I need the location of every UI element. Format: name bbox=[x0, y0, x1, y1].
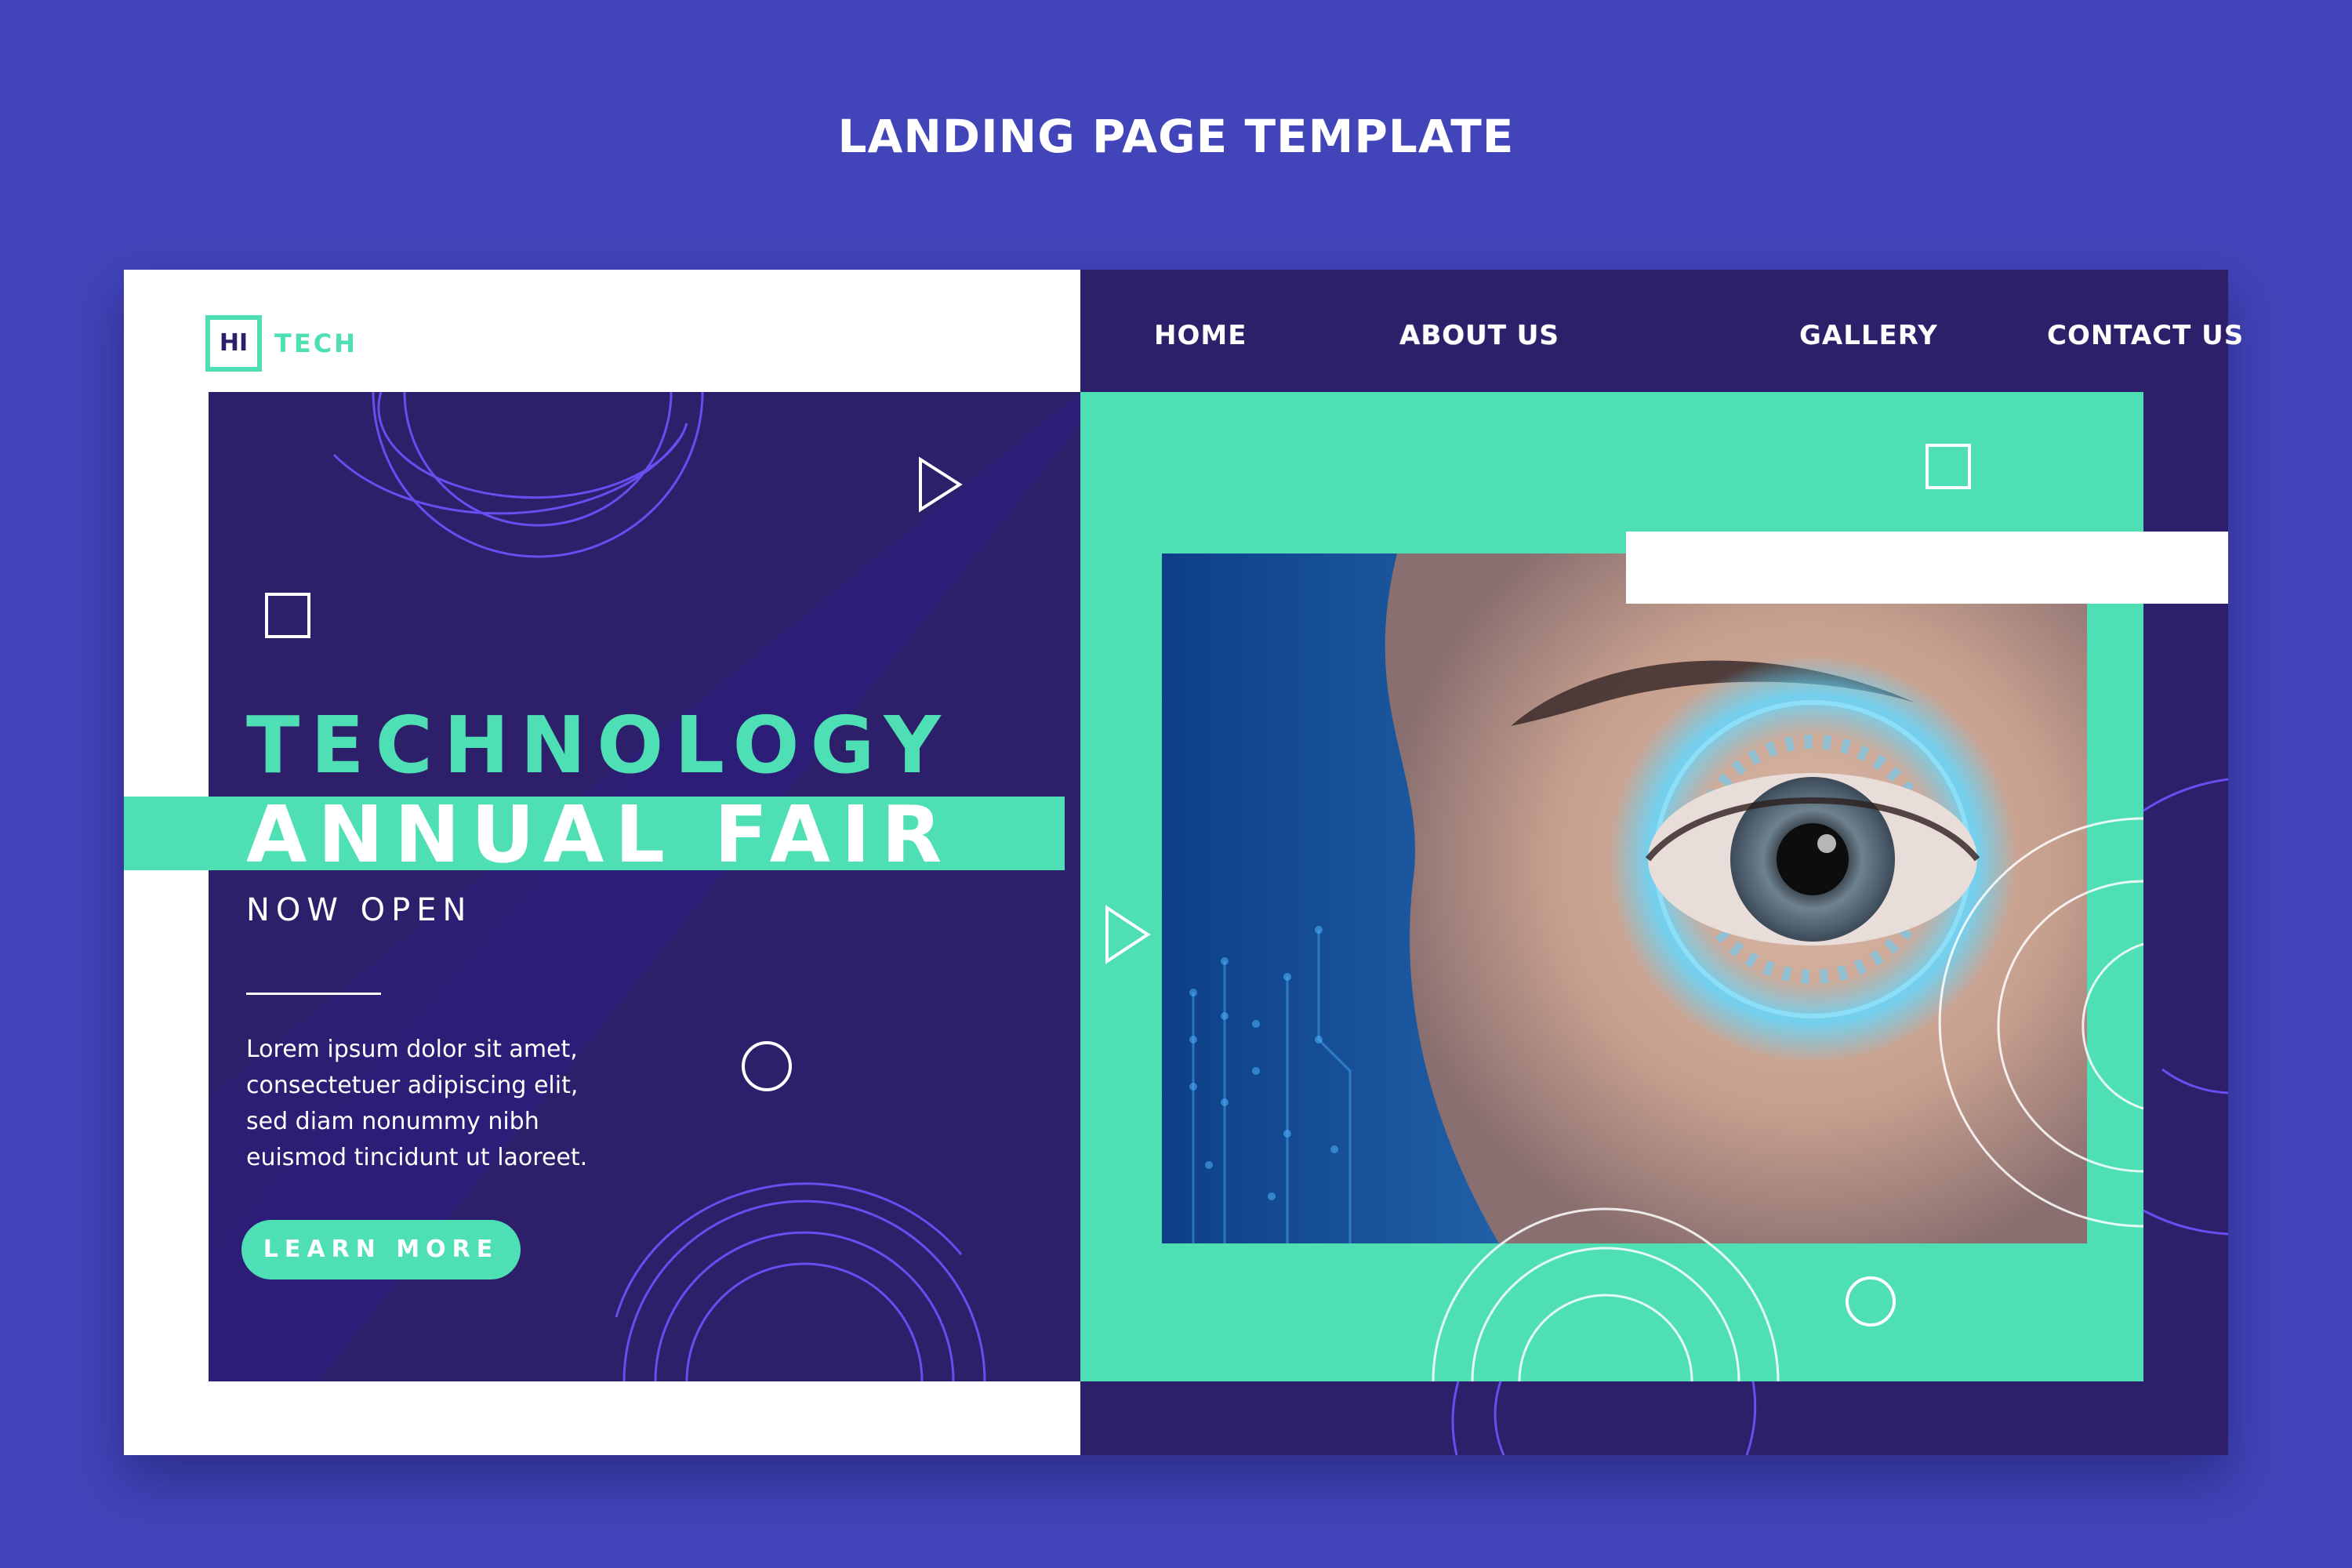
body-text: Lorem ipsum dolor sit amet, consectetuer… bbox=[246, 1032, 622, 1176]
white-accent-bar bbox=[1626, 532, 2228, 604]
subheadline: NOW OPEN bbox=[246, 892, 473, 928]
nav-item-contact-us[interactable]: CONTACT US bbox=[2047, 320, 2244, 351]
pupil bbox=[1777, 823, 1849, 895]
body-line: euismod tincidunt ut laoreet. bbox=[246, 1144, 588, 1171]
nav-item-gallery[interactable]: GALLERY bbox=[1799, 320, 1938, 351]
body-line: sed diam nonummy nibh bbox=[246, 1108, 539, 1135]
body-line: consectetuer adipiscing elit, bbox=[246, 1072, 579, 1099]
nav-item-about-us[interactable]: ABOUT US bbox=[1399, 320, 1559, 351]
learn-more-button[interactable]: LEARN MORE bbox=[241, 1220, 521, 1279]
headline-technology: TECHNOLOGY bbox=[246, 699, 952, 791]
nav-item-home[interactable]: HOME bbox=[1154, 320, 1247, 351]
logo-box: HI bbox=[205, 315, 262, 372]
page-title: LANDING PAGE TEMPLATE bbox=[837, 110, 1515, 163]
concentric-arcs-icon bbox=[332, 392, 704, 558]
divider bbox=[246, 993, 381, 995]
body-line: Lorem ipsum dolor sit amet, bbox=[246, 1036, 578, 1063]
headline-annual-fair: ANNUAL FAIR bbox=[246, 789, 953, 880]
hero-photo bbox=[1162, 554, 2087, 1243]
landing-page-card: HI TECH HOME ABOUT US GALLERY CONTACT US bbox=[124, 270, 2243, 1455]
concentric-arcs-bottom-icon bbox=[615, 1182, 986, 1381]
logo-text: TECH bbox=[274, 328, 358, 358]
top-nav: HOME ABOUT US GALLERY CONTACT US bbox=[1080, 320, 2243, 370]
